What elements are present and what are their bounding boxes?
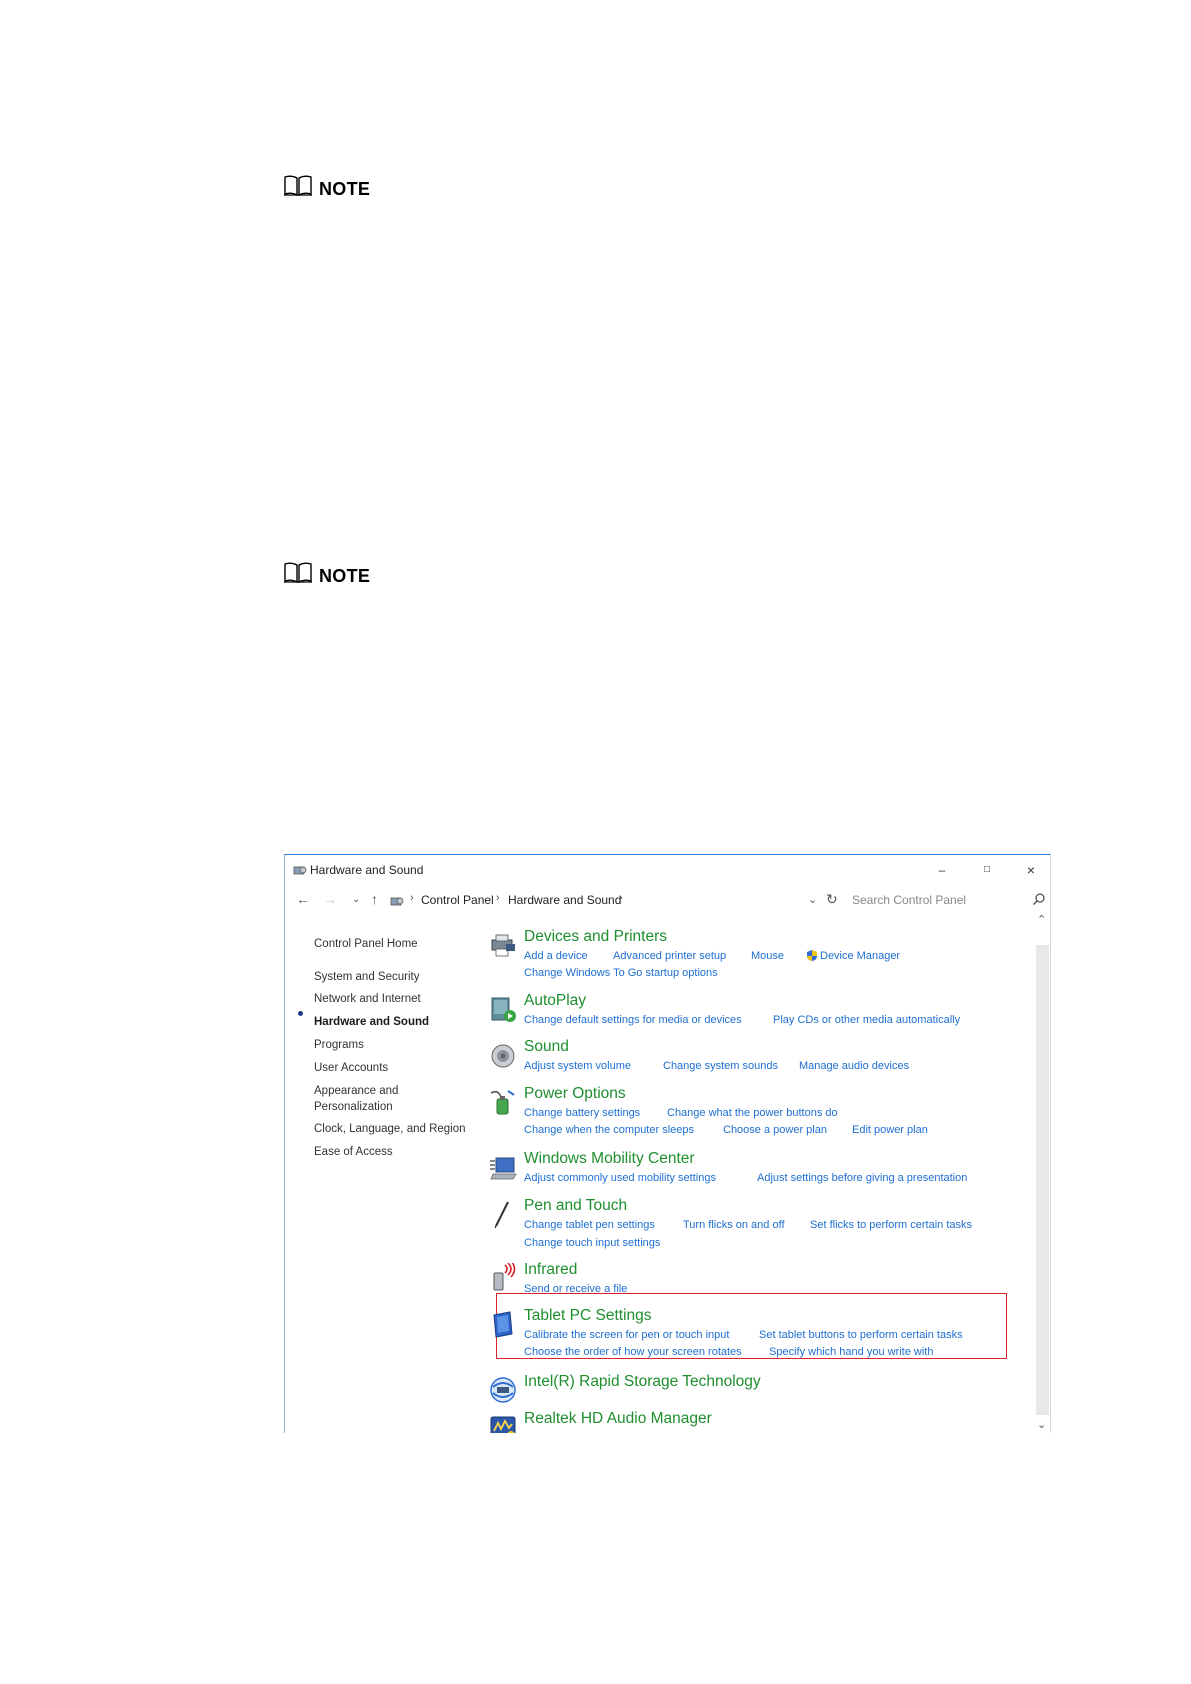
shield-icon	[807, 950, 817, 961]
category-title[interactable]: Tablet PC Settings	[524, 1307, 652, 1325]
vertical-scrollbar[interactable]: ⌃ ⌄	[1036, 913, 1049, 1433]
link-set-flicks[interactable]: Set flicks to perform certain tasks	[810, 1219, 972, 1231]
category-title[interactable]: Pen and Touch	[524, 1197, 627, 1215]
sidebar-item-system-and-security[interactable]: System and Security	[314, 971, 419, 983]
link-writing-hand[interactable]: Specify which hand you write with	[769, 1346, 933, 1358]
book-icon	[284, 175, 312, 197]
link-screen-rotation-order[interactable]: Choose the order of how your screen rota…	[524, 1346, 742, 1358]
category-title[interactable]: Intel(R) Rapid Storage Technology	[524, 1373, 761, 1391]
printer-icon	[491, 934, 515, 957]
title-bar: Hardware and Sound – □ ×	[285, 855, 1050, 885]
link-play-cds-automatically[interactable]: Play CDs or other media automatically	[773, 1014, 960, 1026]
link-device-manager[interactable]: Device Manager	[820, 950, 900, 962]
category-title[interactable]: Windows Mobility Center	[524, 1150, 695, 1168]
link-adjust-mobility-settings[interactable]: Adjust commonly used mobility settings	[524, 1172, 716, 1184]
link-turn-flicks[interactable]: Turn flicks on and off	[683, 1219, 785, 1231]
sidebar-item-programs[interactable]: Programs	[314, 1039, 364, 1051]
scrollbar-track[interactable]	[1036, 945, 1049, 1415]
refresh-icon[interactable]: ↻	[826, 891, 838, 908]
sidebar-item-user-accounts[interactable]: User Accounts	[314, 1062, 388, 1074]
sidebar-item-clock-language-region[interactable]: Clock, Language, and Region	[314, 1123, 466, 1135]
link-change-system-sounds[interactable]: Change system sounds	[663, 1060, 778, 1072]
audio-manager-icon	[490, 1416, 516, 1433]
link-change-battery-settings[interactable]: Change battery settings	[524, 1107, 640, 1119]
link-mouse[interactable]: Mouse	[751, 950, 784, 962]
sidebar-item-hardware-and-sound[interactable]: Hardware and Sound	[314, 1016, 429, 1028]
breadcrumb-control-panel[interactable]: Control Panel	[421, 893, 494, 907]
address-dropdown-icon[interactable]: ⌄	[808, 893, 817, 906]
category-title[interactable]: Sound	[524, 1038, 569, 1056]
category-title[interactable]: Infrared	[524, 1261, 577, 1279]
link-tablet-buttons[interactable]: Set tablet buttons to perform certain ta…	[759, 1329, 963, 1341]
note-heading-2: NOTE	[283, 561, 370, 585]
mobility-icon	[490, 1157, 517, 1180]
sidebar-item-appearance-line1[interactable]: Appearance and	[314, 1085, 398, 1097]
note-label: NOTE	[319, 566, 371, 586]
category-title[interactable]: Realtek HD Audio Manager	[524, 1410, 712, 1428]
link-calibrate-screen[interactable]: Calibrate the screen for pen or touch in…	[524, 1329, 729, 1341]
search-icon[interactable]	[1032, 892, 1046, 906]
breadcrumb-separator-icon: ›	[410, 892, 414, 904]
category-title[interactable]: Devices and Printers	[524, 928, 667, 946]
link-advanced-printer-setup[interactable]: Advanced printer setup	[613, 950, 726, 962]
control-panel-icon	[390, 897, 404, 906]
link-add-a-device[interactable]: Add a device	[524, 950, 588, 962]
search-input[interactable]: Search Control Panel	[852, 893, 966, 907]
close-button[interactable]: ×	[1021, 861, 1041, 879]
storage-icon	[490, 1377, 516, 1403]
link-adjust-system-volume[interactable]: Adjust system volume	[524, 1060, 631, 1072]
link-choose-power-plan[interactable]: Choose a power plan	[723, 1124, 827, 1136]
link-computer-sleeps[interactable]: Change when the computer sleeps	[524, 1124, 694, 1136]
address-bar: ← → ⌄ ↑ › Control Panel › Hardware and S…	[285, 888, 1050, 914]
link-change-default-media-settings[interactable]: Change default settings for media or dev…	[524, 1014, 742, 1026]
control-panel-window: Hardware and Sound – □ × ← → ⌄ ↑ › Contr…	[284, 854, 1051, 1433]
scroll-up-chevron-icon[interactable]: ⌃	[1037, 913, 1046, 926]
link-touch-input-settings[interactable]: Change touch input settings	[524, 1237, 660, 1249]
breadcrumb-separator-icon: ›	[619, 892, 623, 904]
scroll-down-chevron-icon[interactable]: ⌄	[1037, 1418, 1046, 1431]
infrared-icon	[493, 1263, 516, 1291]
note-label: NOTE	[319, 179, 371, 199]
breadcrumb-hardware-and-sound[interactable]: Hardware and Sound	[508, 893, 621, 907]
forward-arrow-icon[interactable]: →	[323, 891, 337, 907]
active-item-bullet	[298, 1011, 303, 1016]
up-arrow-icon[interactable]: ↑	[371, 891, 378, 907]
window-title: Hardware and Sound	[310, 863, 424, 877]
link-tablet-pen-settings[interactable]: Change tablet pen settings	[524, 1219, 655, 1231]
sidebar-item-network-and-internet[interactable]: Network and Internet	[314, 993, 421, 1005]
breadcrumb-separator-icon: ›	[496, 892, 500, 904]
sidebar-item-appearance-line2[interactable]: Personalization	[314, 1101, 393, 1113]
link-edit-power-plan[interactable]: Edit power plan	[852, 1124, 928, 1136]
pen-icon	[494, 1201, 509, 1229]
autoplay-icon	[491, 997, 516, 1022]
minimize-button[interactable]: –	[932, 861, 952, 879]
sidebar-item-control-panel-home[interactable]: Control Panel Home	[314, 938, 418, 950]
book-icon	[284, 562, 312, 584]
control-panel-icon	[293, 866, 307, 875]
power-icon	[490, 1090, 515, 1115]
recent-pages-chevron-icon[interactable]: ⌄	[352, 894, 360, 905]
link-manage-audio-devices[interactable]: Manage audio devices	[799, 1060, 909, 1072]
speaker-icon	[491, 1044, 515, 1068]
link-windows-to-go[interactable]: Change Windows To Go startup options	[524, 967, 718, 979]
link-power-buttons[interactable]: Change what the power buttons do	[667, 1107, 838, 1119]
maximize-button[interactable]: □	[977, 861, 997, 879]
note-heading-1: NOTE	[283, 174, 370, 198]
back-arrow-icon[interactable]: ←	[296, 891, 310, 907]
category-title[interactable]: Power Options	[524, 1085, 626, 1103]
link-presentation-settings[interactable]: Adjust settings before giving a presenta…	[757, 1172, 967, 1184]
sidebar-item-ease-of-access[interactable]: Ease of Access	[314, 1146, 393, 1158]
tablet-icon	[493, 1311, 513, 1338]
category-title[interactable]: AutoPlay	[524, 992, 586, 1010]
